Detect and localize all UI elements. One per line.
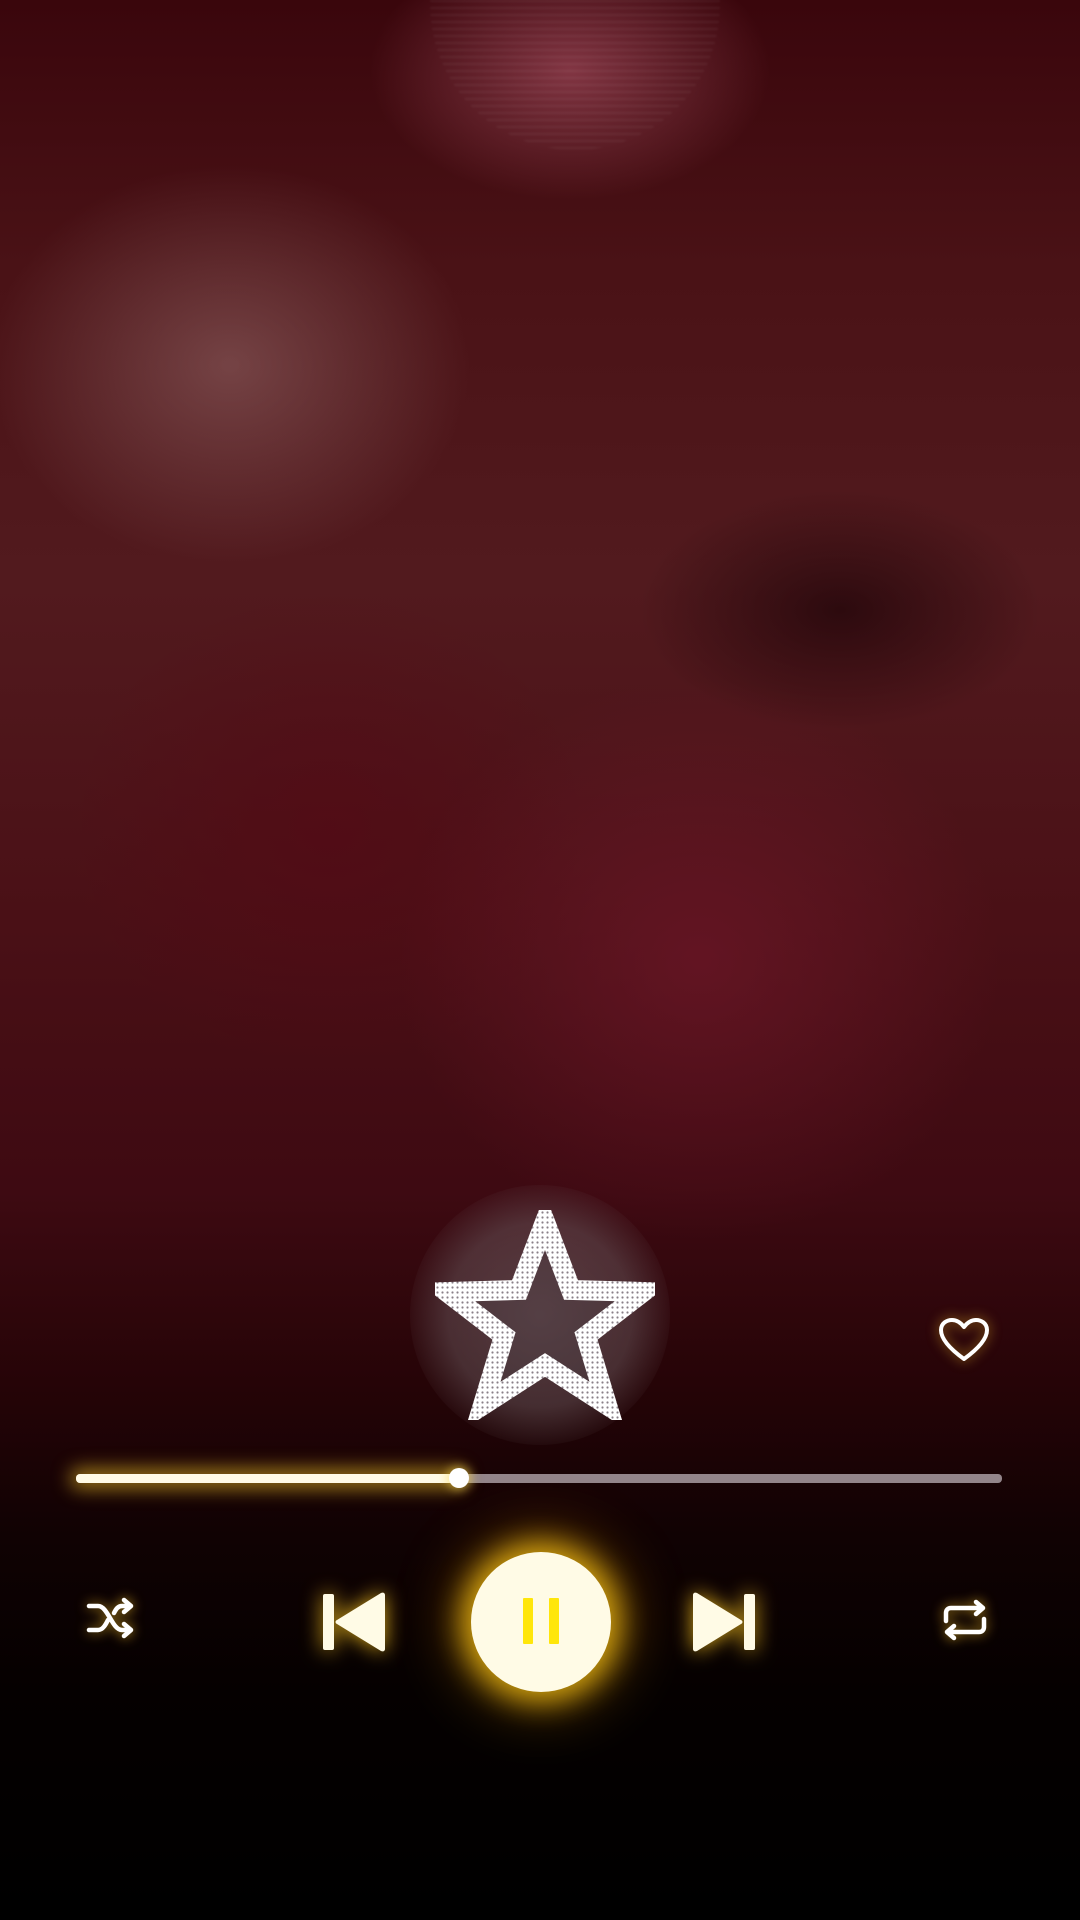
progress-fill	[76, 1474, 460, 1483]
pause-icon	[523, 1598, 533, 1644]
like-button[interactable]	[934, 1312, 994, 1368]
heart-outline-icon	[939, 1318, 989, 1361]
playback-progress-bar[interactable]	[76, 1468, 1002, 1488]
shuffle-icon	[86, 1597, 134, 1639]
progress-thumb[interactable]	[449, 1468, 470, 1488]
repeat-icon	[943, 1599, 987, 1641]
album-art-blur-backdrop	[430, 0, 720, 150]
shuffle-button[interactable]	[80, 1590, 142, 1646]
skip-next-icon	[693, 1592, 755, 1652]
next-track-button[interactable]	[686, 1586, 762, 1658]
star-outline-icon	[435, 1210, 655, 1420]
pause-button[interactable]	[471, 1552, 611, 1692]
previous-track-button[interactable]	[316, 1586, 392, 1658]
skip-previous-icon	[323, 1592, 385, 1652]
favorite-button[interactable]	[400, 1185, 690, 1445]
repeat-button[interactable]	[936, 1592, 994, 1648]
music-player-screen	[0, 0, 1080, 1920]
pause-icon-bar-right	[549, 1598, 559, 1644]
